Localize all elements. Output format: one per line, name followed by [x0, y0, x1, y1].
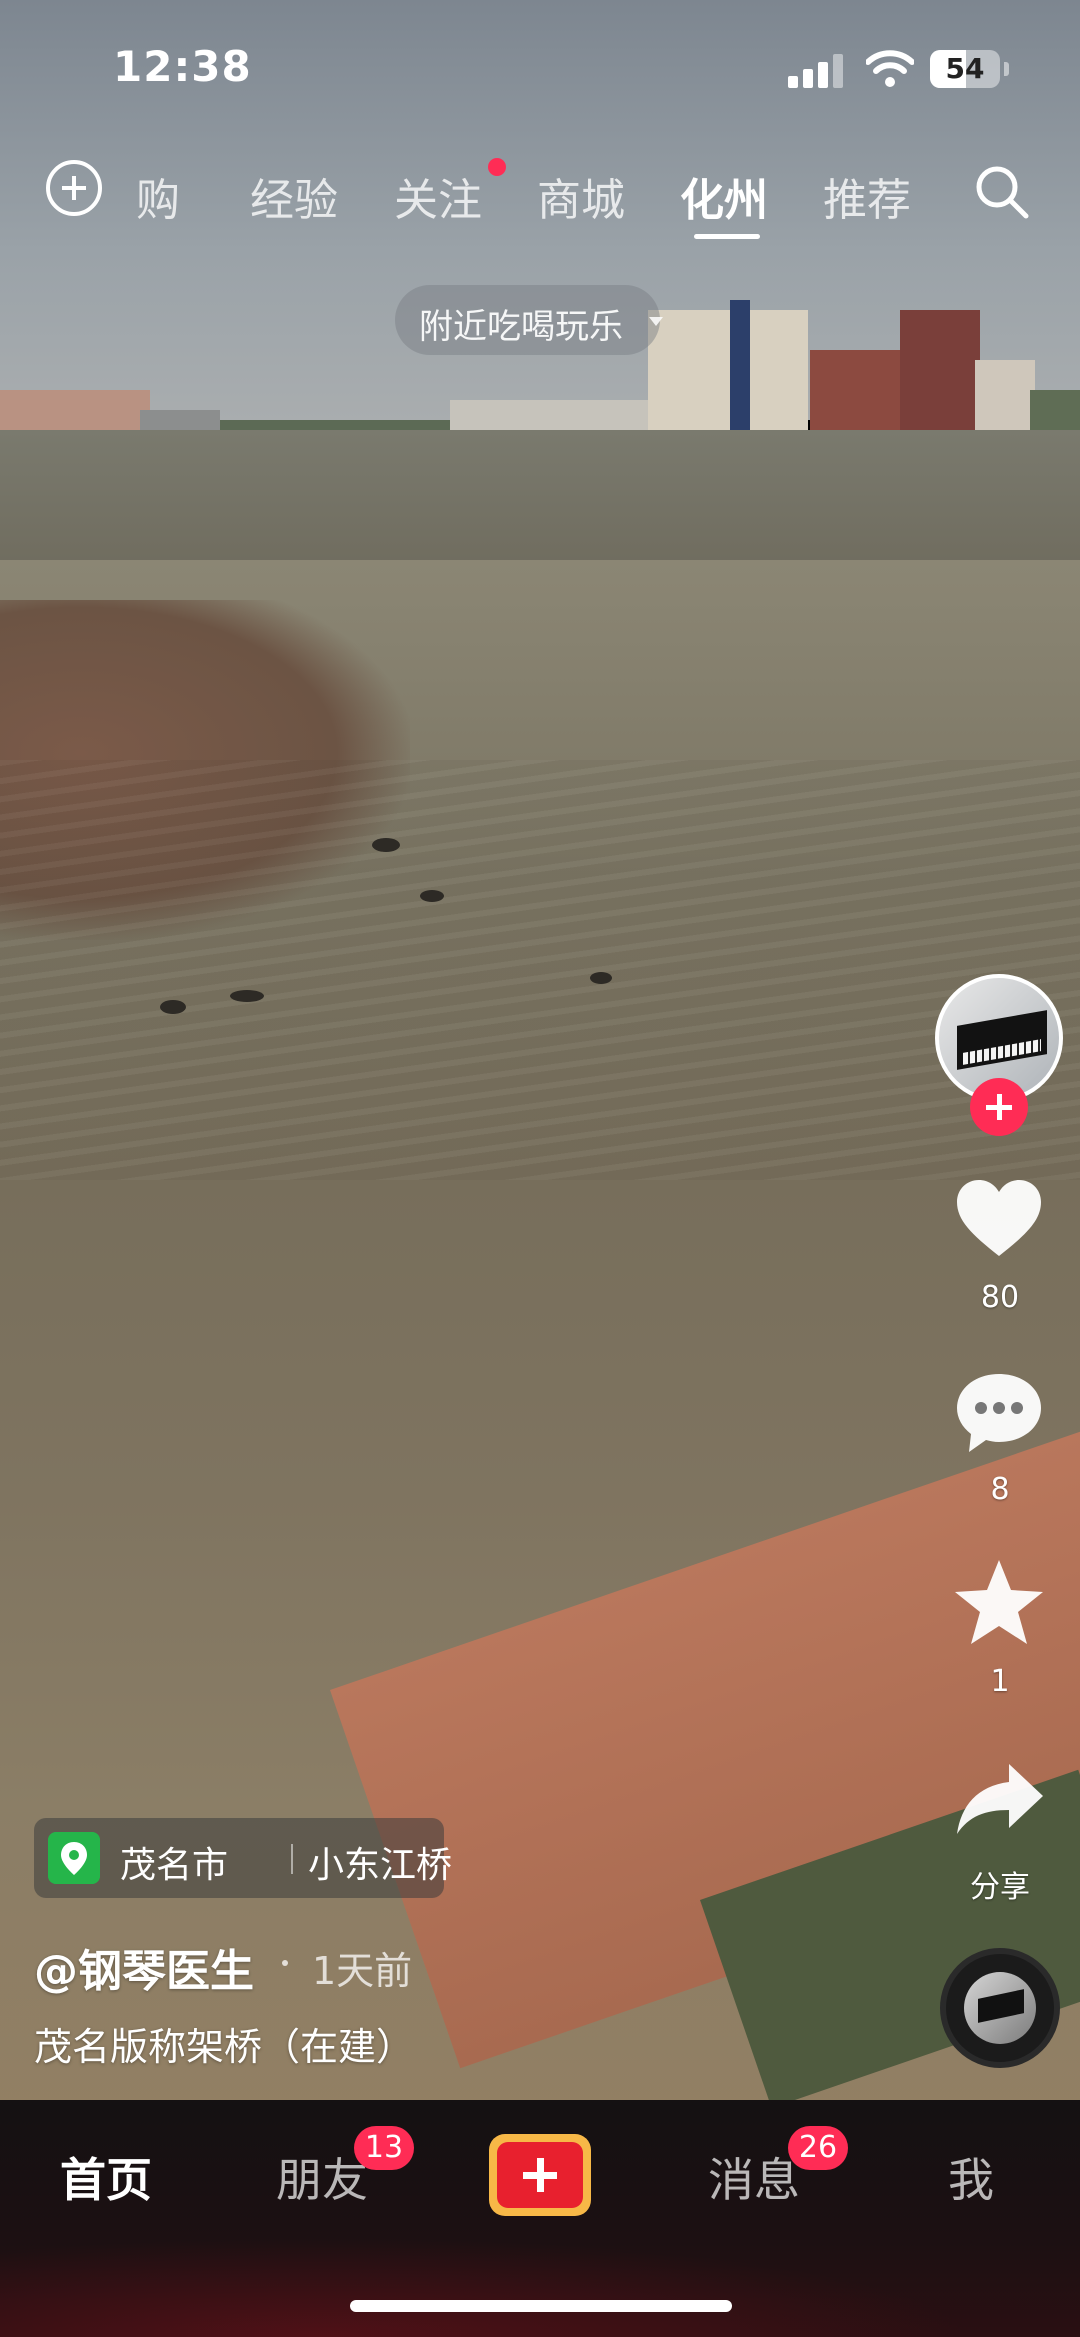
rock: [372, 838, 400, 852]
location-pin-icon: [48, 1832, 100, 1884]
active-tab-indicator: [694, 234, 760, 239]
author-name[interactable]: @钢琴医生: [34, 1935, 254, 1999]
nearby-label: 附近吃喝玩乐: [419, 307, 623, 347]
home-indicator[interactable]: [350, 2300, 732, 2312]
wifi-icon: [866, 50, 914, 87]
dot-separator: [282, 1960, 288, 1966]
friends-badge: 13: [354, 2126, 414, 2170]
favorite-count: 1: [990, 1664, 1010, 1699]
star-icon[interactable]: [951, 1554, 1047, 1650]
tab-following[interactable]: 关注: [394, 164, 482, 228]
search-icon[interactable]: [972, 162, 1032, 222]
nearby-pill[interactable]: 附近吃喝玩乐: [395, 285, 663, 355]
battery-icon: 54: [930, 50, 1000, 88]
music-disc[interactable]: [940, 1948, 1060, 2068]
tab-mall[interactable]: 商城: [537, 164, 625, 228]
share-icon[interactable]: [951, 1752, 1047, 1848]
location-tag[interactable]: 茂名市 小东江桥: [34, 1818, 452, 1898]
tab-experience[interactable]: 经验: [250, 164, 338, 228]
create-button[interactable]: [489, 2134, 591, 2216]
caret-down-icon: [649, 317, 663, 326]
tab-shopping[interactable]: 购: [136, 164, 180, 228]
signal-icon: [788, 54, 844, 88]
share-label: 分享: [970, 1870, 1030, 1905]
water-ripples: [0, 760, 1080, 1180]
tab-home[interactable]: 首页: [60, 2144, 152, 2210]
top-nav: 购 经验 关注 商城 化州 推荐: [0, 150, 1080, 250]
divider: [291, 1844, 293, 1874]
plus-icon: [497, 2142, 583, 2208]
status-bar: 12:38 54: [0, 0, 1080, 140]
location-city: 茂名市: [120, 1845, 229, 1886]
rock: [230, 990, 264, 1002]
add-icon[interactable]: [46, 160, 102, 216]
tab-recommend[interactable]: 推荐: [823, 164, 911, 228]
tab-me[interactable]: 我: [948, 2144, 994, 2210]
like-count: 80: [980, 1280, 1020, 1315]
tab-huazhou[interactable]: 化州: [680, 164, 768, 228]
rock: [420, 890, 444, 902]
rock: [590, 972, 612, 984]
messages-badge: 26: [788, 2126, 848, 2170]
video-description[interactable]: 茂名版称架桥（在建）: [34, 2016, 414, 2071]
follow-button[interactable]: [970, 1078, 1028, 1136]
post-time: 1天前: [312, 1949, 413, 1993]
tab-messages[interactable]: 消息: [708, 2144, 800, 2210]
notification-dot: [488, 158, 506, 176]
rock: [160, 1000, 186, 1014]
comment-count: 8: [990, 1472, 1010, 1507]
heart-icon[interactable]: [951, 1172, 1047, 1268]
clock: 12:38: [113, 42, 252, 91]
location-place: 小东江桥: [308, 1845, 453, 1886]
battery-level: 54: [945, 52, 985, 85]
comment-icon[interactable]: [951, 1366, 1047, 1462]
